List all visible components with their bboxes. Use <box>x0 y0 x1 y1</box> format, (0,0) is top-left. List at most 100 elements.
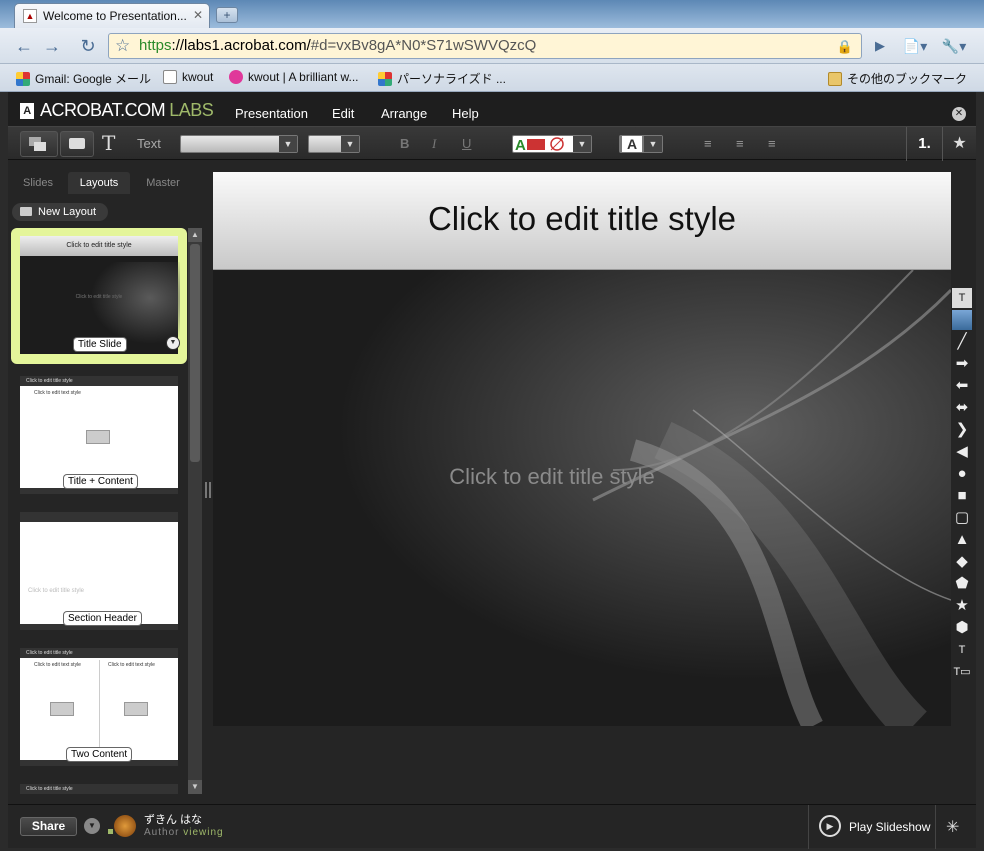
go-arrow-icon[interactable]: ▶ <box>868 35 892 57</box>
browser-tab[interactable]: ▲ Welcome to Presentation... ✕ <box>14 3 210 28</box>
panel-resize-handle[interactable] <box>205 482 211 498</box>
rounded-rect-icon[interactable]: ▢ <box>952 508 972 528</box>
content-placeholder-icon <box>86 430 110 444</box>
shape-tools: T ╱ ➡ ⬅ ⬌ ❯ ◀ ● ■ ▢ ▲ ◆ ⬟ ★ ⬢ T T▭ <box>952 288 974 688</box>
hexagon-icon[interactable]: ⬢ <box>952 618 972 638</box>
scroll-up-icon[interactable]: ▲ <box>188 228 202 242</box>
browser-toolbar: ← → ↻ ☆ https://labs1.acrobat.com/#d=vxB… <box>0 28 984 64</box>
layout-label: Section Header <box>64 612 141 625</box>
bookmark-label: Gmail: Google メール <box>35 72 152 86</box>
text-frame-icon[interactable]: T▭ <box>952 662 972 682</box>
pentagon-icon[interactable]: ⬟ <box>952 574 972 594</box>
tab-close-icon[interactable]: ✕ <box>193 8 203 22</box>
layout-thumb-partial[interactable]: Click to edit title style <box>20 784 178 794</box>
acrobat-app: A ACROBAT.COM LABS Presentation Edit Arr… <box>8 92 976 849</box>
user-name: ずきん はな <box>144 814 203 826</box>
scroll-thumb[interactable] <box>190 244 200 462</box>
image-icon[interactable] <box>952 310 972 330</box>
chevron-icon[interactable]: ❯ <box>952 420 972 440</box>
line-icon[interactable]: ╱ <box>952 332 972 352</box>
font-size-dropdown[interactable]: ▼ <box>308 135 360 153</box>
square-icon[interactable]: ■ <box>952 486 972 506</box>
logo-text: ACROBAT.COM <box>40 100 166 120</box>
tab-master[interactable]: Master <box>134 172 192 194</box>
slide-button[interactable] <box>60 131 94 157</box>
page-menu-icon[interactable]: 📄▾ <box>898 35 932 57</box>
slide-title-placeholder[interactable]: Click to edit title style <box>213 172 951 270</box>
bookmark-other[interactable]: その他のブックマーク <box>828 70 967 87</box>
menu-arrange[interactable]: Arrange <box>381 106 427 121</box>
star-shape-icon[interactable]: ★ <box>952 596 972 616</box>
loading-spinner-icon: ✳ <box>946 819 960 836</box>
reload-icon[interactable]: ↻ <box>76 35 100 57</box>
numbered-list-button[interactable]: 1. <box>906 127 942 161</box>
slide-subtitle-placeholder[interactable]: Click to edit title style <box>213 464 891 490</box>
slides-view-button[interactable] <box>20 131 58 157</box>
menu-edit[interactable]: Edit <box>332 106 354 121</box>
slide-canvas[interactable]: Click to edit title style Click to edit … <box>213 172 951 726</box>
bookmark-gmail[interactable]: Gmail: Google メール <box>16 70 151 87</box>
layout-icon <box>20 207 32 216</box>
menu-help[interactable]: Help <box>452 106 479 121</box>
play-slideshow-button[interactable]: ▶ Play Slideshow <box>808 805 936 849</box>
text-box-icon[interactable]: T <box>952 288 972 308</box>
triangle-icon[interactable]: ▲ <box>952 530 972 550</box>
menu-presentation[interactable]: Presentation <box>235 106 308 121</box>
bookmark-star-icon[interactable]: ☆ <box>115 34 130 58</box>
tab-slides[interactable]: Slides <box>10 172 66 194</box>
content-placeholder-icon <box>50 702 74 716</box>
new-layout-button[interactable]: New Layout <box>12 203 108 221</box>
align-center-icon[interactable]: ≡ <box>736 136 744 151</box>
wrench-menu-icon[interactable]: 🔧▾ <box>936 35 972 57</box>
arrow-left-icon[interactable]: ⬅ <box>952 376 972 396</box>
layout-options-icon[interactable]: ▼ <box>166 336 180 350</box>
layout-label: Two Content <box>67 748 132 761</box>
adobe-icon: A <box>20 102 34 119</box>
back-arrow-icon[interactable]: ← <box>12 35 36 57</box>
chevron-down-icon[interactable]: ▼ <box>84 818 100 834</box>
circle-icon[interactable]: ● <box>952 464 972 484</box>
forward-arrow-icon[interactable]: → <box>40 35 64 57</box>
layout-label: Title + Content <box>64 475 137 488</box>
bookmark-personalized[interactable]: パーソナライズド ... <box>378 70 506 87</box>
font-family-dropdown[interactable]: ▼ <box>180 135 298 153</box>
star-icon[interactable]: ★ <box>942 127 976 161</box>
align-left-icon[interactable]: ≡ <box>704 136 712 151</box>
align-right-icon[interactable]: ≡ <box>768 136 776 151</box>
bookmark-kwout-brilliant[interactable]: kwout | A brilliant w... <box>229 70 359 84</box>
italic-button[interactable]: I <box>432 136 436 152</box>
text-style-icon[interactable]: T <box>952 640 972 660</box>
thumb-title <box>20 512 178 522</box>
double-arrow-icon[interactable]: ⬌ <box>952 398 972 418</box>
scroll-down-icon[interactable]: ▼ <box>188 780 202 794</box>
diamond-icon[interactable]: ◆ <box>952 552 972 572</box>
highlight-dropdown[interactable]: A ▼ <box>619 135 663 153</box>
text-label: Text <box>137 136 161 151</box>
bold-button[interactable]: B <box>400 136 409 151</box>
text-color-dropdown[interactable]: A ▼ <box>512 135 592 154</box>
acrobat-logo: A ACROBAT.COM LABS <box>20 100 214 121</box>
pentagon-arrow-icon[interactable]: ◀ <box>952 442 972 462</box>
address-bar[interactable]: ☆ https://labs1.acrobat.com/#d=vxBv8gA*N… <box>108 33 862 59</box>
text-tool-icon[interactable]: T <box>102 131 115 155</box>
chevron-down-icon: ▼ <box>573 136 591 152</box>
arrow-right-icon[interactable]: ➡ <box>952 354 972 374</box>
underline-button[interactable]: U <box>462 136 471 151</box>
presence-indicator <box>108 829 113 834</box>
bookmarks-bar: Gmail: Google メール kwout kwout | A brilli… <box>0 64 984 92</box>
avatar <box>114 815 136 837</box>
folder-icon <box>828 71 842 86</box>
share-button[interactable]: Share <box>20 817 77 836</box>
layouts-scrollbar[interactable]: ▲ ▼ <box>188 228 202 794</box>
highlight-a-icon: A <box>622 136 642 152</box>
layouts-panel: Slides Layouts Master New Layout Click t… <box>8 172 206 800</box>
tab-layouts[interactable]: Layouts <box>68 172 130 194</box>
close-icon[interactable]: ✕ <box>952 107 966 121</box>
thumb-subtitle: Click to edit title style <box>28 588 85 594</box>
new-tab-button[interactable]: + <box>216 7 238 23</box>
bookmark-kwout[interactable]: kwout <box>163 70 213 84</box>
layout-thumb-title-slide[interactable]: Click to edit title style Click to edit … <box>20 236 180 354</box>
swoosh-background <box>213 270 951 726</box>
browser-tab-strip: ▲ Welcome to Presentation... ✕ + <box>0 0 984 28</box>
bookmark-label: パーソナライズド ... <box>397 72 506 86</box>
